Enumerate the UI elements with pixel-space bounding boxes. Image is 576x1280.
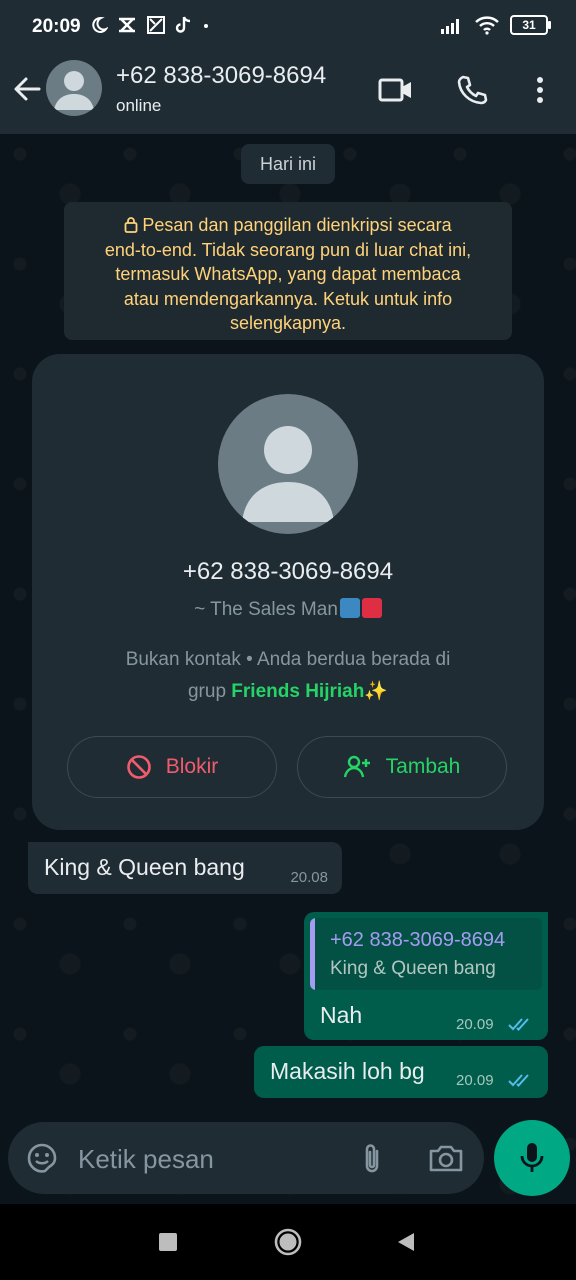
unknown-contact-card: +62 838-3069-8694 ~ The Sales Man Bukan … [32,354,544,830]
contact-name[interactable]: +62 838-3069-8694 [116,62,326,90]
moon-icon [92,16,108,33]
status-notification-icons [88,15,212,35]
group-name-link[interactable]: Friends Hijriah [231,681,364,702]
contact-card-avatar[interactable] [218,394,358,534]
camera-icon[interactable] [428,1142,464,1174]
encryption-line-3: termasuk WhatsApp, yang dapat membaca [115,264,461,284]
incoming-message-bubble[interactable]: King & Queen bang 20.08 [28,842,342,894]
voice-call-icon[interactable] [454,72,490,108]
app-icon [147,16,165,34]
message-input-placeholder[interactable]: Ketik pesan [78,1144,214,1175]
message-time: 20.09 [456,1072,494,1089]
message-time: 20.08 [290,869,328,886]
system-nav-bar [0,1204,576,1280]
message-time: 20.09 [456,1016,494,1033]
chat-header: +62 838-3069-8694 online [0,56,576,134]
recents-square-icon[interactable] [154,1228,182,1256]
status-bar: 20:09 31 [0,0,576,56]
quoted-message[interactable]: +62 838-3069-8694 King & Queen bang [310,918,542,990]
battery-icon: 31 [510,15,551,35]
quote-bar [310,918,315,990]
read-ticks-icon [508,1018,529,1031]
voice-record-button[interactable] [494,1120,570,1196]
date-divider: Hari ini [241,144,335,184]
signal-icon [441,19,459,34]
outgoing-message-bubble[interactable]: +62 838-3069-8694 King & Queen bang Nah … [304,912,548,1040]
encryption-line-2: end-to-end. Tidak seorang pun di luar ch… [104,239,472,260]
read-ticks-icon [508,1074,529,1087]
more-options-icon[interactable] [522,72,558,108]
message-text: Makasih loh bg [270,1058,425,1084]
mic-icon [520,1143,544,1172]
video-call-icon[interactable] [378,72,414,108]
add-user-icon [343,755,370,778]
message-text: King & Queen bang [44,854,245,880]
info-line-2: grup Friends Hijriah✨ [187,681,388,702]
red-square-emoji [361,598,382,618]
outgoing-message-bubble[interactable]: Makasih loh bg 20.09 [254,1046,548,1098]
encryption-line-1: Pesan dan panggilan dienkripsi secara [64,213,512,238]
emoji-icon[interactable] [26,1142,58,1174]
add-contact-button[interactable]: Tambah [297,736,507,798]
message-composer[interactable]: Ketik pesan [8,1122,484,1194]
attach-icon[interactable] [358,1142,386,1176]
block-icon [126,755,151,779]
dot-icon [204,24,208,28]
avatar[interactable] [46,60,102,116]
capcut-icon [119,17,135,33]
push-name-text: ~ The Sales Man [194,599,338,620]
contact-card-number: +62 838-3069-8694 [182,558,394,585]
message-text: Nah [320,1002,363,1028]
back-arrow-icon[interactable] [12,74,42,104]
sparkles-emoji: ✨ [364,681,388,702]
blue-square-emoji [339,598,360,618]
quote-author: +62 838-3069-8694 [330,929,506,951]
status-system-icons: 31 [440,15,551,35]
encryption-line-4: atau mendengarkannya. Ketuk untuk info [123,288,453,309]
home-circle-icon[interactable] [274,1228,302,1256]
contact-status: online [116,96,162,115]
block-button[interactable]: Blokir [67,736,277,798]
back-triangle-icon[interactable] [392,1228,420,1256]
battery-level: 31 [522,18,536,32]
lock-icon [124,217,138,233]
encryption-line-5: selengkapnya. [229,313,347,333]
tiktok-icon [175,16,191,33]
contact-card-push-name: ~ The Sales Man [32,598,544,621]
block-label: Blokir [165,755,219,778]
status-time: 20:09 [32,16,81,37]
add-label: Tambah [385,755,461,778]
quote-text: King & Queen bang [330,958,496,979]
wifi-icon [475,16,499,35]
contact-card-info: Bukan kontak • Anda berdua berada di gru… [72,644,504,708]
info-line-1: Bukan kontak • Anda berdua berada di [125,649,451,670]
encryption-notice[interactable]: Pesan dan panggilan dienkripsi secara en… [64,202,512,340]
